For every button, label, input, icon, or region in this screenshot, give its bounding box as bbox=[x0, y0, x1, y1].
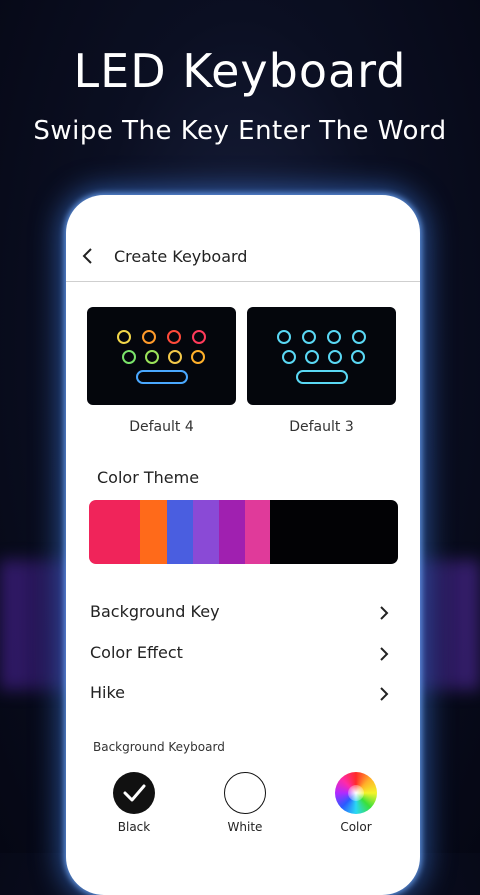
key-ring bbox=[168, 350, 182, 364]
key-ring bbox=[145, 350, 159, 364]
key-ring bbox=[142, 330, 156, 344]
key-ring bbox=[352, 330, 366, 344]
promo-title: LED Keyboard bbox=[73, 44, 407, 98]
menu-item-background-key[interactable]: Background Key bbox=[90, 598, 390, 628]
option-label: Color bbox=[340, 820, 372, 834]
key-ring bbox=[305, 350, 319, 364]
keyboard-preview-default-3[interactable] bbox=[247, 307, 396, 405]
chevron-left-icon[interactable] bbox=[78, 244, 98, 268]
bg-option-color[interactable]: Color bbox=[316, 772, 396, 834]
key-ring bbox=[122, 350, 136, 364]
check-icon bbox=[123, 784, 146, 802]
chevron-right-icon bbox=[380, 687, 389, 701]
preview-label: Default 4 bbox=[129, 419, 194, 435]
chevron-right-icon bbox=[380, 606, 389, 620]
space-bar bbox=[136, 370, 188, 384]
menu-item-color-effect[interactable]: Color Effect bbox=[90, 639, 390, 669]
key-ring bbox=[277, 330, 291, 344]
keyboard-preview-graphic bbox=[117, 330, 206, 384]
color-swatch-orange[interactable] bbox=[140, 500, 167, 564]
key-ring bbox=[327, 330, 341, 344]
option-label: White bbox=[227, 820, 263, 834]
white-swatch bbox=[224, 772, 266, 814]
key-ring bbox=[328, 350, 342, 364]
black-swatch bbox=[113, 772, 155, 814]
color-swatch-violet[interactable] bbox=[193, 500, 219, 564]
keyboard-preview-default-4[interactable] bbox=[87, 307, 236, 405]
key-ring bbox=[192, 330, 206, 344]
background-keyboard-title: Background Keyboard bbox=[93, 740, 225, 754]
color-theme-strip bbox=[89, 500, 398, 564]
key-ring bbox=[282, 350, 296, 364]
promo-subtitle: Swipe The Key Enter The Word bbox=[33, 116, 447, 146]
key-ring bbox=[191, 350, 205, 364]
app-header: Create Keyboard bbox=[66, 239, 420, 282]
chevron-right-icon bbox=[380, 647, 389, 661]
color-swatch-black[interactable] bbox=[270, 500, 398, 564]
key-ring bbox=[302, 330, 316, 344]
key-ring bbox=[167, 330, 181, 344]
preview-label: Default 3 bbox=[289, 419, 354, 435]
color-swatch-blue[interactable] bbox=[167, 500, 193, 564]
color-swatch-pink[interactable] bbox=[89, 500, 140, 564]
color-theme-title: Color Theme bbox=[97, 468, 200, 487]
key-ring bbox=[351, 350, 365, 364]
bg-option-black[interactable]: Black bbox=[94, 772, 174, 834]
menu-item-label: Background Key bbox=[90, 602, 220, 621]
key-ring bbox=[117, 330, 131, 344]
color-wheel-icon bbox=[335, 772, 377, 814]
menu-item-label: Hike bbox=[90, 683, 126, 702]
option-label: Black bbox=[117, 820, 151, 834]
bg-option-white[interactable]: White bbox=[205, 772, 285, 834]
phone-screen: Create Keyboard Default 4 Default 3 Colo… bbox=[66, 195, 420, 895]
page-title: Create Keyboard bbox=[114, 247, 248, 266]
menu-item-label: Color Effect bbox=[90, 643, 183, 662]
space-bar bbox=[296, 370, 348, 384]
color-swatch-purple[interactable] bbox=[219, 500, 245, 564]
keyboard-preview-graphic bbox=[277, 330, 366, 384]
menu-item-hike[interactable]: Hike bbox=[90, 679, 390, 709]
color-swatch-magenta[interactable] bbox=[245, 500, 270, 564]
